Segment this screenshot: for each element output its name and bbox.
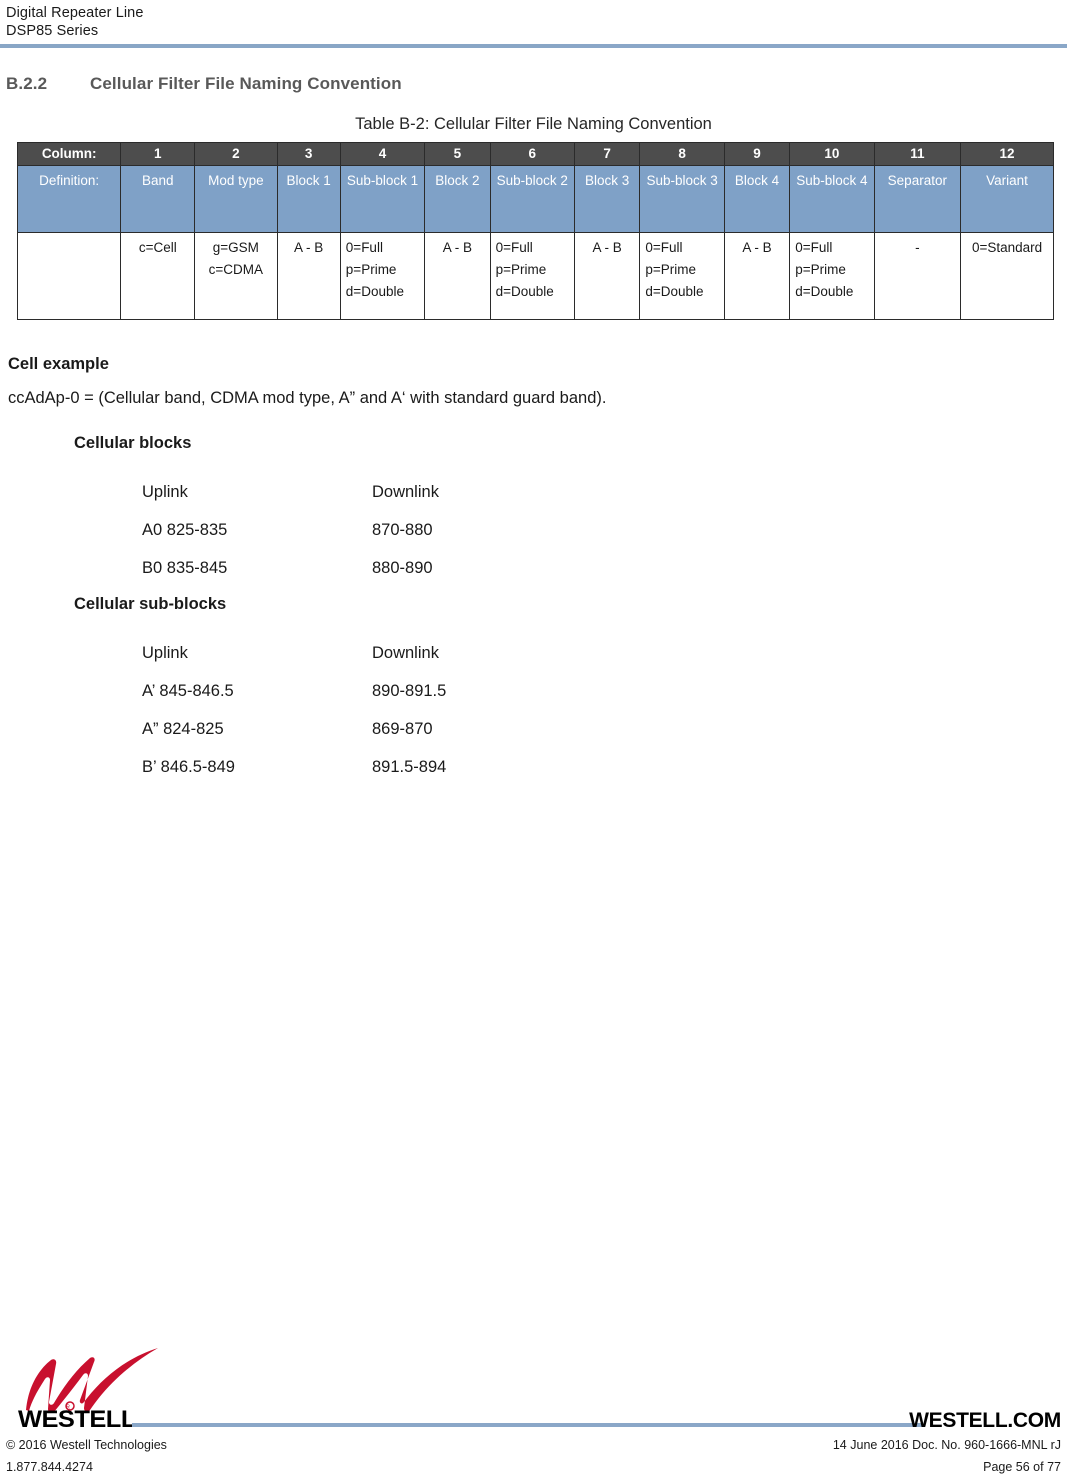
filter-naming-table: Column: 1 2 3 4 5 6 7 8 9 10 11 12 Defin… bbox=[16, 142, 1054, 320]
table-cell-value-2: g=GSM c=CDMA bbox=[194, 232, 278, 320]
cellular-sub-blocks-header-row: Uplink Downlink bbox=[142, 634, 446, 672]
table-caption: Table B-2: Cellular Filter File Naming C… bbox=[355, 115, 712, 133]
cellular-sub-blocks-row: A” 824-825 869-870 bbox=[142, 710, 446, 748]
cellular-blocks-list: Uplink Downlink A0 825-835 870-880 B0 835-… bbox=[142, 473, 439, 587]
table-cell-value-6: 0=Full p=Prime d=Double bbox=[489, 232, 575, 320]
table-cell-colnum-9: 9 bbox=[723, 142, 791, 166]
cellular-sub-blocks-title: Cellular sub-blocks bbox=[74, 595, 227, 613]
table-cell-value-8: 0=Full p=Prime d=Double bbox=[639, 232, 725, 320]
cellular-sub-blocks-downlink-value: 869-870 bbox=[372, 720, 433, 738]
westell-logo: R WESTELL bbox=[18, 1344, 178, 1434]
footer-copyright: © 2016 Westell Technologies bbox=[6, 1438, 167, 1452]
table-cell-colnum-8: 8 bbox=[639, 142, 725, 166]
table-cell-value-11: - bbox=[873, 232, 962, 320]
footer-doc-info: 14 June 2016 Doc. No. 960-1666-MNL rJ bbox=[832, 1438, 1061, 1452]
cellular-blocks-downlink-header: Downlink bbox=[372, 483, 439, 501]
cellular-blocks-downlink-value: 870-880 bbox=[372, 521, 433, 539]
table-cell-colnum-2: 2 bbox=[194, 142, 278, 166]
cellular-sub-blocks-downlink-header: Downlink bbox=[372, 644, 439, 662]
table-cell-value-7: A - B bbox=[573, 232, 641, 320]
table-cell-value-12: 0=Standard bbox=[960, 232, 1054, 320]
footer-page-info: Page 56 of 77 bbox=[983, 1460, 1061, 1474]
header-product-line: Digital Repeater Line bbox=[6, 5, 144, 21]
page-header: Digital Repeater Line DSP85 Series bbox=[0, 0, 1067, 54]
table-cell-values-label bbox=[16, 232, 122, 320]
cellular-blocks-header-row: Uplink Downlink bbox=[142, 473, 439, 511]
page-footer: R WESTELL WESTELL.COM © 2016 Westell Tec… bbox=[0, 1340, 1067, 1475]
table-cell-colnum-10: 10 bbox=[789, 142, 875, 166]
header-divider-rule bbox=[0, 44, 1067, 48]
footer-website: WESTELL.COM bbox=[909, 1409, 1061, 1432]
section-number: B.2.2 bbox=[6, 74, 48, 93]
footer-phone: 1.877.844.4274 bbox=[6, 1460, 93, 1474]
table-cell-definition-label: Definition: bbox=[16, 165, 122, 233]
cellular-sub-blocks-row: A’ 845-846.5 890-891.5 bbox=[142, 672, 446, 710]
cellular-sub-blocks-downlink-value: 891.5-894 bbox=[372, 758, 447, 776]
cellular-sub-blocks-uplink-value: B’ 846.5-849 bbox=[142, 758, 235, 776]
table-cell-colnum-3: 3 bbox=[276, 142, 341, 166]
table-cell-colnum-11: 11 bbox=[873, 142, 962, 166]
table-cell-definition-6: Sub-block 2 bbox=[489, 165, 575, 233]
table-cell-colnum-7: 7 bbox=[573, 142, 641, 166]
westell-swoosh-icon: R bbox=[26, 1348, 158, 1413]
header-series: DSP85 Series bbox=[6, 23, 99, 39]
cellular-sub-blocks-uplink-value: A’ 845-846.5 bbox=[142, 682, 234, 700]
table-cell-colnum-12: 12 bbox=[960, 142, 1054, 166]
table-cell-value-4: 0=Full p=Prime d=Double bbox=[339, 232, 426, 320]
table-cell-value-3: A - B bbox=[276, 232, 341, 320]
table-cell-value-5: A - B bbox=[424, 232, 491, 320]
table-cell-colnum-1: 1 bbox=[120, 142, 196, 166]
cellular-blocks-downlink-value: 880-890 bbox=[372, 559, 433, 577]
table-cell-value-1: c=Cell bbox=[120, 232, 196, 320]
table-cell-definition-2: Mod type bbox=[194, 165, 278, 233]
cellular-blocks-uplink-value: A0 825-835 bbox=[142, 521, 228, 539]
section-title: Cellular Filter File Naming Convention bbox=[90, 74, 402, 93]
cellular-sub-blocks-downlink-value: 890-891.5 bbox=[372, 682, 447, 700]
table-cell-column-label: Column: bbox=[16, 142, 122, 166]
table-cell-definition-3: Block 1 bbox=[276, 165, 341, 233]
cellular-blocks-row: A0 825-835 870-880 bbox=[142, 511, 439, 549]
table-cell-definition-5: Block 2 bbox=[424, 165, 491, 233]
footer-divider-rule bbox=[132, 1423, 922, 1427]
table-cell-definition-7: Block 3 bbox=[573, 165, 641, 233]
table-cell-colnum-6: 6 bbox=[489, 142, 575, 166]
table-cell-definition-1: Band bbox=[120, 165, 196, 233]
section-heading: B.2.2 Cellular Filter File Naming Convent… bbox=[6, 74, 1061, 94]
table-cell-value-10: 0=Full p=Prime d=Double bbox=[789, 232, 875, 320]
table-row-definitions: Definition: Band Mod type Block 1 Sub-bl… bbox=[16, 165, 1054, 233]
cellular-sub-blocks-list: Uplink Downlink A’ 845-846.5 890-891.5 A” … bbox=[142, 634, 446, 786]
table-cell-definition-4: Sub-block 1 bbox=[339, 165, 426, 233]
table-cell-value-9: A - B bbox=[723, 232, 791, 320]
table-row-column-numbers: Column: 1 2 3 4 5 6 7 8 9 10 11 12 bbox=[16, 142, 1054, 166]
table-cell-colnum-5: 5 bbox=[424, 142, 491, 166]
westell-wordmark: WESTELL bbox=[18, 1406, 136, 1433]
cellular-sub-blocks-uplink-value: A” 824-825 bbox=[142, 720, 224, 738]
table-cell-definition-11: Separator bbox=[873, 165, 962, 233]
cellular-sub-blocks-uplink-header: Uplink bbox=[142, 644, 188, 662]
cell-example-title: Cell example bbox=[8, 355, 109, 373]
cellular-sub-blocks-row: B’ 846.5-849 891.5-894 bbox=[142, 748, 446, 786]
table-cell-colnum-4: 4 bbox=[339, 142, 426, 166]
table-cell-definition-8: Sub-block 3 bbox=[639, 165, 725, 233]
table-cell-definition-9: Block 4 bbox=[723, 165, 791, 233]
table-cell-definition-12: Variant bbox=[960, 165, 1054, 233]
table-row-values: c=Cell g=GSM c=CDMA A - B 0=Full p=Prime d=… bbox=[16, 232, 1054, 320]
cell-example-text: ccAdAp-0 = (Cellular band, CDMA mod type… bbox=[8, 389, 607, 407]
table-cell-definition-10: Sub-block 4 bbox=[789, 165, 875, 233]
cellular-blocks-title: Cellular blocks bbox=[74, 434, 192, 452]
cellular-blocks-row: B0 835-845 880-890 bbox=[142, 549, 439, 587]
cellular-blocks-uplink-header: Uplink bbox=[142, 483, 188, 501]
cellular-blocks-uplink-value: B0 835-845 bbox=[142, 559, 228, 577]
